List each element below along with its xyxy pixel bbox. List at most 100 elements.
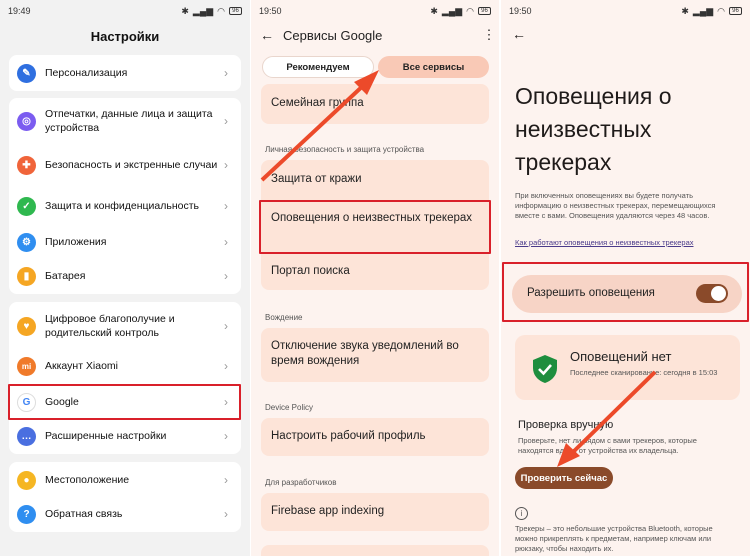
- settings-item-label: Обратная связь: [45, 508, 123, 520]
- status-bar: 19:50 ✱ ▂▄▆ ◠ 96: [501, 0, 750, 22]
- list-card: Защита от кражи Оповещения о неизвестных…: [261, 160, 489, 290]
- settings-item-label: Расширенные настройки: [45, 430, 167, 442]
- chevron-right-icon: ›: [224, 395, 228, 409]
- status-bar: 19:49 ✱ ▂▄▆ ◠ 96: [0, 0, 250, 22]
- settings-item-label: Безопасность и экстренные случаи: [45, 159, 218, 171]
- settings-item-location[interactable]: ● Местоположение ›: [9, 464, 241, 496]
- settings-item-label: Батарея: [45, 270, 86, 282]
- wellbeing-icon: ♥: [17, 316, 36, 336]
- list-item-firebase[interactable]: Firebase app indexing: [271, 504, 481, 519]
- settings-group: ● Местоположение › ? Обратная связь ›: [9, 462, 241, 532]
- manual-check-desc: Проверьте, нет ли рядом с вами трекеров,…: [518, 436, 697, 455]
- settings-item-feedback[interactable]: ? Обратная связь ›: [9, 498, 241, 530]
- bluetooth-icon: ✱: [430, 5, 438, 16]
- check-now-button[interactable]: Проверить сейчас: [515, 467, 613, 489]
- page-title: Сервисы Google: [283, 27, 383, 43]
- status-time: 19:49: [8, 6, 31, 16]
- settings-item-safety[interactable]: ✚ Безопасность и экстренные случаи ›: [9, 146, 241, 184]
- wifi-icon: ◠: [466, 5, 474, 16]
- google-icon: G: [17, 392, 36, 412]
- signal-icon: ▂▄▆: [692, 5, 714, 16]
- battery-status-icon: 96: [229, 7, 242, 15]
- xiaomi-icon: mi: [17, 356, 36, 376]
- settings-item-label: Аккаунт Xiaomi: [45, 360, 119, 372]
- list-card: Семейная группа: [261, 84, 489, 124]
- page-title: Оповещения о неизвестных трекерах: [515, 83, 672, 175]
- emergency-icon: ✚: [17, 155, 36, 175]
- settings-item-label: Google: [45, 396, 79, 408]
- top-app-bar: ← Сервисы Google ⋮: [251, 24, 499, 46]
- settings-item-biometrics[interactable]: ◎ Отпечатки, данные лица и защита устрой…: [9, 102, 241, 140]
- list-card: Отключение звука уведомлений во время во…: [261, 328, 489, 382]
- settings-item-label: Местоположение: [45, 474, 130, 486]
- battery-status-icon: 96: [478, 7, 491, 15]
- wifi-icon: ◠: [717, 5, 725, 16]
- how-it-works-link[interactable]: Как работают оповещения о неизвестных тр…: [515, 238, 693, 247]
- list-item-find-hub[interactable]: Портал поиска: [271, 264, 481, 279]
- allow-alerts-toggle[interactable]: [696, 284, 728, 303]
- chevron-right-icon: ›: [224, 235, 228, 249]
- back-arrow-icon[interactable]: ←: [251, 27, 283, 43]
- section-header: Личная безопасность и защита устройства: [265, 145, 425, 154]
- brush-icon: ✎: [17, 63, 36, 83]
- settings-item-advanced[interactable]: … Расширенные настройки ›: [9, 420, 241, 452]
- list-item-theft-protection[interactable]: Защита от кражи: [271, 172, 481, 187]
- settings-item-wellbeing[interactable]: ♥ Цифровое благополучие и родительский к…: [9, 306, 241, 346]
- list-card: Firebase app indexing: [261, 493, 489, 531]
- settings-item-label: Приложения: [45, 236, 107, 248]
- settings-item-google[interactable]: G Google ›: [9, 386, 241, 418]
- more-vert-icon[interactable]: ⋮: [479, 27, 499, 43]
- settings-panel: 19:49 ✱ ▂▄▆ ◠ 96 Настройки ✎ Персонализация…: [0, 0, 250, 556]
- section-header: Для разработчиков: [265, 478, 337, 487]
- chevron-right-icon: ›: [224, 114, 228, 128]
- settings-group: ♥ Цифровое благополучие и родительский к…: [9, 302, 241, 454]
- list-item-tracker-alerts[interactable]: Оповещения о неизвестных трекерах: [271, 211, 481, 226]
- page-title: Настройки: [90, 29, 160, 44]
- status-card: Оповещений нет Последнее сканирование: с…: [515, 335, 740, 400]
- chevron-right-icon: ›: [224, 319, 228, 333]
- settings-item-label: Отпечатки, данные лица и защита устройст…: [45, 108, 213, 134]
- settings-group: ✎ Персонализация ›: [9, 55, 241, 91]
- tab-recommended[interactable]: Рекомендуем: [262, 56, 374, 78]
- settings-item-label: Защита и конфиденциальность: [45, 200, 200, 212]
- settings-item-label: Персонализация: [45, 67, 128, 79]
- chevron-right-icon: ›: [224, 158, 228, 172]
- settings-item-apps[interactable]: ⚙ Приложения ›: [9, 226, 241, 258]
- list-card: [261, 545, 489, 556]
- description-text: При включенных оповещениях вы будете пол…: [515, 191, 716, 220]
- wifi-icon: ◠: [217, 5, 225, 16]
- no-alerts-title: Оповещений нет: [570, 349, 672, 364]
- tab-all-services[interactable]: Все сервисы: [378, 56, 489, 78]
- battery-icon: ▮: [17, 266, 36, 286]
- last-scan-text: Последнее сканирование: сегодня в 15:03: [570, 368, 718, 377]
- info-text: Трекеры – это небольшие устройства Bluet…: [515, 524, 713, 553]
- settings-item-battery[interactable]: ▮ Батарея ›: [9, 260, 241, 292]
- toggle-knob: [711, 286, 726, 301]
- allow-alerts-label: Разрешить оповещения: [527, 287, 655, 299]
- status-bar: 19:50 ✱ ▂▄▆ ◠ 96: [251, 0, 499, 22]
- tracker-alerts-panel: 19:50 ✱ ▂▄▆ ◠ 96 ← Оповещения о неизвестных…: [501, 0, 750, 556]
- settings-item-personalization[interactable]: ✎ Персонализация ›: [9, 55, 241, 91]
- list-item-family-group[interactable]: Семейная группа: [271, 96, 481, 111]
- list-item-driving-mute[interactable]: Отключение звука уведомлений во время во…: [271, 339, 481, 369]
- location-icon: ●: [17, 470, 36, 490]
- shield-check-icon: [533, 355, 557, 383]
- settings-item-xiaomi-account[interactable]: mi Аккаунт Xiaomi ›: [9, 350, 241, 382]
- manual-check-title: Проверка вручную: [518, 419, 614, 431]
- apps-icon: ⚙: [17, 232, 36, 252]
- chevron-right-icon: ›: [224, 66, 228, 80]
- google-services-panel: 19:50 ✱ ▂▄▆ ◠ 96 ← Сервисы Google ⋮ Рекомен…: [251, 0, 499, 556]
- allow-alerts-row[interactable]: Разрешить оповещения: [512, 275, 742, 313]
- chevron-right-icon: ›: [224, 269, 228, 283]
- list-card: Настроить рабочий профиль: [261, 418, 489, 456]
- section-header: Вождение: [265, 313, 303, 322]
- list-item-work-profile[interactable]: Настроить рабочий профиль: [271, 429, 481, 444]
- settings-group: ◎ Отпечатки, данные лица и защита устрой…: [9, 98, 241, 294]
- status-time: 19:50: [259, 6, 282, 16]
- settings-item-label: Цифровое благополучие и родительский кон…: [45, 313, 175, 339]
- status-time: 19:50: [509, 6, 532, 16]
- settings-item-privacy[interactable]: ✓ Защита и конфиденциальность ›: [9, 190, 241, 222]
- back-arrow-icon[interactable]: ←: [509, 26, 529, 42]
- battery-status-icon: 96: [729, 7, 742, 15]
- bluetooth-icon: ✱: [181, 5, 189, 16]
